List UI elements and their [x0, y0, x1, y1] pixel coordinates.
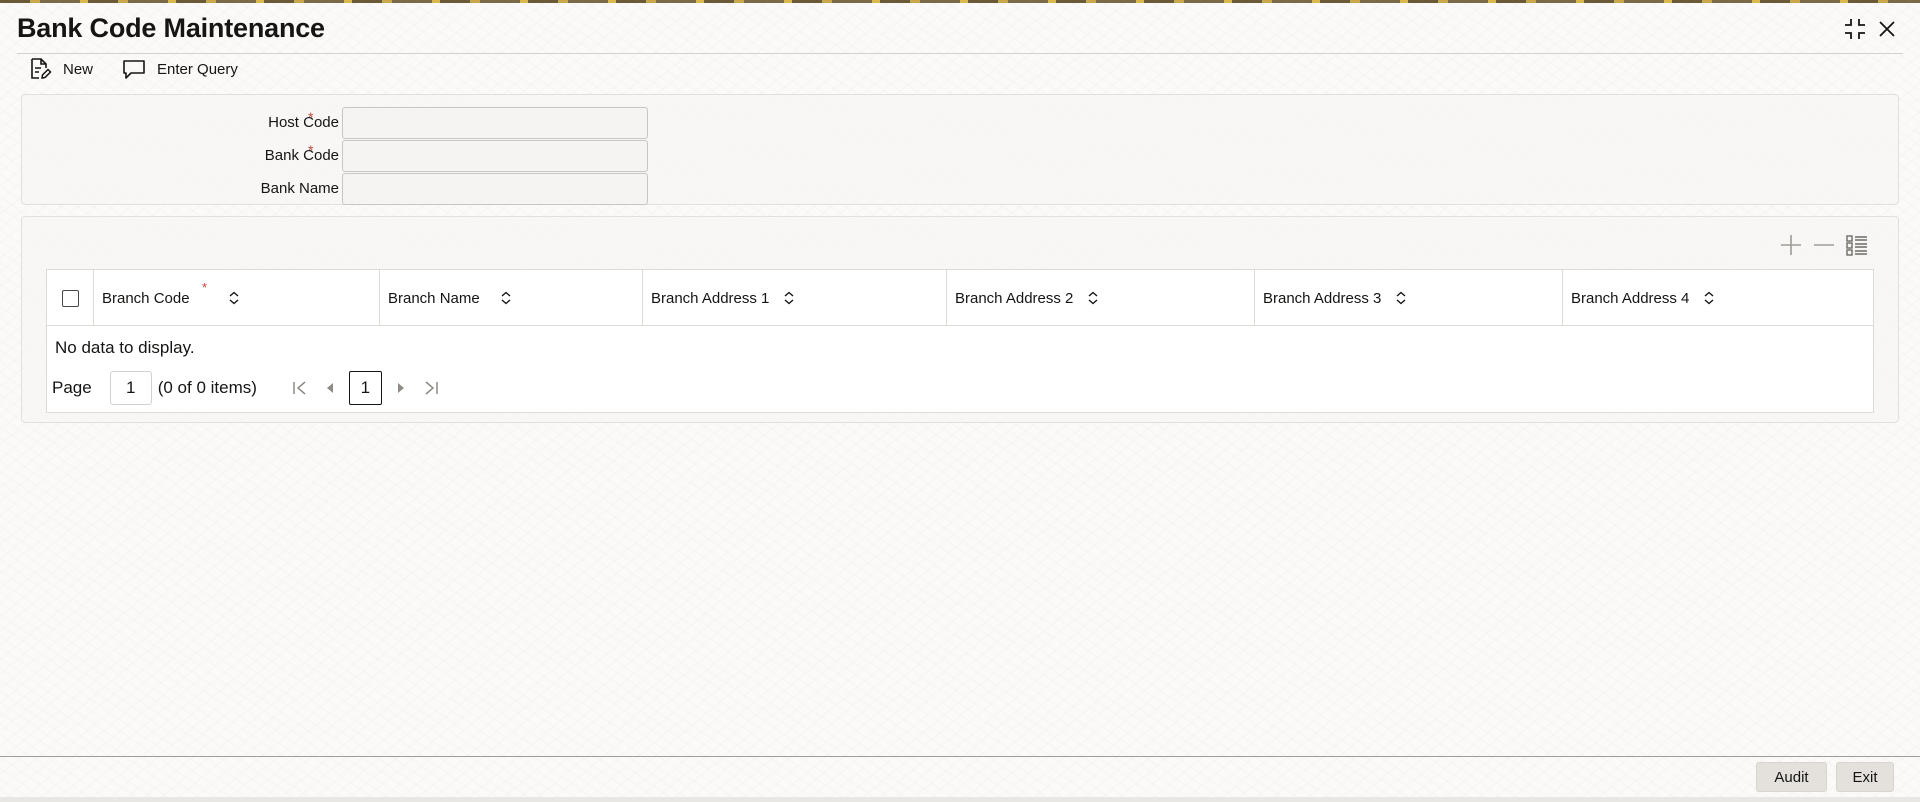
- enter-query-label: Enter Query: [157, 60, 238, 78]
- first-page-button[interactable]: [285, 371, 315, 405]
- select-all-checkbox[interactable]: [61, 289, 79, 307]
- empty-table-message: No data to display.: [55, 338, 195, 357]
- page-number-input[interactable]: [109, 371, 152, 405]
- last-page-icon: [425, 381, 438, 395]
- column-label: Branch Address 4: [1571, 289, 1690, 307]
- pagination: Page (0 of 0 items) 1: [52, 370, 446, 406]
- plus-icon: [1781, 235, 1801, 255]
- column-header-branch-address-1[interactable]: Branch Address 1: [643, 270, 947, 326]
- bank-code-required-marker: *: [308, 142, 314, 158]
- bank-name-input[interactable]: [342, 173, 648, 205]
- close-window-button[interactable]: [1873, 15, 1901, 43]
- host-code-label: Host Code: [268, 114, 339, 131]
- branch-grid-panel: Branch Code * Branch Name Branch Address…: [21, 216, 1899, 423]
- bank-name-row: Bank Name: [22, 173, 722, 205]
- column-label: Branch Name: [388, 289, 480, 307]
- current-page-button[interactable]: 1: [348, 371, 382, 405]
- host-code-input[interactable]: [342, 107, 648, 139]
- column-header-branch-address-4[interactable]: Branch Address 4: [1563, 270, 1873, 326]
- page-title: Bank Code Maintenance: [17, 13, 325, 43]
- table-header: Branch Code * Branch Name Branch Address…: [47, 270, 1873, 326]
- sort-icon[interactable]: [1703, 290, 1717, 306]
- sort-icon[interactable]: [1395, 290, 1409, 306]
- new-button[interactable]: New: [27, 56, 93, 82]
- previous-page-icon: [326, 383, 333, 393]
- select-all-cell: [47, 270, 94, 326]
- column-header-branch-code[interactable]: Branch Code *: [94, 270, 380, 326]
- next-page-icon: [397, 383, 404, 393]
- footer-divider: [0, 756, 1920, 757]
- sort-icon[interactable]: [228, 290, 242, 306]
- next-page-button[interactable]: [386, 371, 416, 405]
- audit-button[interactable]: Audit: [1756, 762, 1827, 792]
- page-label: Page: [52, 378, 92, 397]
- delete-row-button[interactable]: [1809, 231, 1839, 259]
- toolbar: New Enter Query: [27, 56, 266, 82]
- host-code-row: Host Code *: [22, 107, 722, 139]
- column-header-branch-name[interactable]: Branch Name: [380, 270, 643, 326]
- window-header: Bank Code Maintenance: [0, 3, 1920, 53]
- sort-icon[interactable]: [1087, 290, 1101, 306]
- first-page-icon: [293, 381, 306, 395]
- column-header-branch-address-2[interactable]: Branch Address 2: [947, 270, 1255, 326]
- bank-name-label: Bank Name: [260, 180, 339, 197]
- item-count: (0 of 0 items): [157, 378, 257, 397]
- bank-code-label: Bank Code: [264, 147, 339, 164]
- host-code-required-marker: *: [308, 109, 314, 125]
- sort-icon[interactable]: [500, 290, 514, 306]
- new-document-icon: [27, 56, 53, 82]
- bottom-strip: [0, 797, 1920, 802]
- last-page-button[interactable]: [416, 371, 446, 405]
- enter-query-button[interactable]: Enter Query: [121, 56, 238, 82]
- column-header-branch-address-3[interactable]: Branch Address 3: [1255, 270, 1563, 326]
- sort-icon[interactable]: [783, 290, 797, 306]
- minus-icon: [1814, 244, 1834, 246]
- single-record-view-button[interactable]: [1842, 231, 1872, 259]
- bank-code-row: Bank Code *: [22, 140, 722, 172]
- add-row-button[interactable]: [1776, 231, 1806, 259]
- exit-button[interactable]: Exit: [1836, 762, 1894, 792]
- header-divider: [17, 53, 1903, 54]
- search-form-panel: Host Code * Bank Code * Bank Name: [21, 94, 1899, 205]
- list-detail-icon: [1846, 235, 1867, 256]
- close-icon: [1879, 21, 1895, 37]
- column-label: Branch Address 2: [955, 289, 1074, 307]
- branch-code-required-marker: *: [202, 280, 208, 295]
- grid-actions: [1773, 231, 1872, 259]
- column-label: Branch Code: [102, 289, 190, 307]
- collapse-window-button[interactable]: [1841, 15, 1869, 43]
- query-bubble-icon: [121, 56, 147, 82]
- new-button-label: New: [63, 60, 94, 78]
- column-label: Branch Address 1: [651, 289, 770, 307]
- column-label: Branch Address 3: [1263, 289, 1382, 307]
- bank-code-input[interactable]: [342, 140, 648, 172]
- previous-page-button[interactable]: [315, 371, 345, 405]
- collapse-icon: [1845, 19, 1865, 39]
- branch-table: Branch Code * Branch Name Branch Address…: [46, 269, 1874, 413]
